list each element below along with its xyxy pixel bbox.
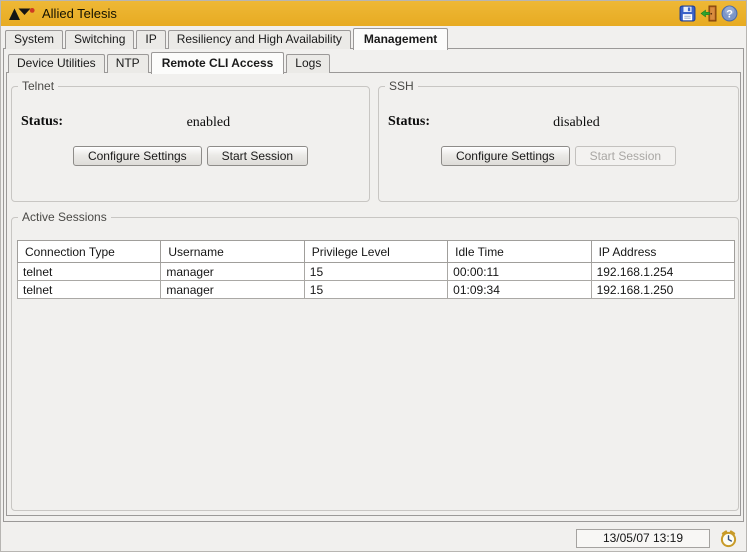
help-icon[interactable]: ? — [721, 5, 738, 22]
tab-device-utilities[interactable]: Device Utilities — [8, 54, 105, 73]
cell-username: manager — [161, 263, 304, 281]
clock-icon — [719, 529, 738, 548]
tab-management[interactable]: Management — [353, 28, 448, 50]
table-row[interactable]: telnet manager 15 00:00:11 192.168.1.254 — [18, 263, 735, 281]
telnet-group: Telnet Status: enabled Configure Setting… — [11, 79, 370, 202]
logout-icon[interactable] — [700, 5, 717, 22]
col-username: Username — [161, 241, 304, 263]
tab-system[interactable]: System — [5, 30, 63, 49]
cell-ip-address: 192.168.1.250 — [591, 281, 734, 299]
management-panel: Device Utilities NTP Remote CLI Access L… — [3, 48, 744, 522]
tab-switching[interactable]: Switching — [65, 30, 134, 49]
table-row[interactable]: telnet manager 15 01:09:34 192.168.1.250 — [18, 281, 735, 299]
tab-logs[interactable]: Logs — [286, 54, 330, 73]
datetime-display: 13/05/07 13:19 — [576, 529, 710, 548]
cell-idle-time: 00:00:11 — [448, 263, 591, 281]
application-window: Allied Telesis — [0, 0, 747, 552]
col-connection-type: Connection Type — [18, 241, 161, 263]
tab-ip[interactable]: IP — [136, 30, 165, 49]
cell-connection-type: telnet — [18, 263, 161, 281]
remote-cli-access-panel: Telnet Status: enabled Configure Setting… — [6, 72, 741, 516]
cell-idle-time: 01:09:34 — [448, 281, 591, 299]
tab-resiliency-high-availability[interactable]: Resiliency and High Availability — [168, 30, 351, 49]
active-sessions-table: Connection Type Username Privilege Level… — [17, 240, 735, 299]
main-tab-bar: System Switching IP Resiliency and High … — [5, 27, 450, 49]
col-privilege-level: Privilege Level — [304, 241, 447, 263]
tab-ntp[interactable]: NTP — [107, 54, 149, 73]
title-bar: Allied Telesis — [1, 1, 746, 26]
app-title: Allied Telesis — [42, 6, 117, 21]
ssh-status-value: disabled — [415, 115, 738, 131]
sub-tab-bar: Device Utilities NTP Remote CLI Access L… — [8, 52, 332, 73]
cell-privilege-level: 15 — [304, 281, 447, 299]
allied-telesis-logo-icon — [9, 7, 35, 21]
telnet-legend: Telnet — [18, 79, 58, 93]
col-idle-time: Idle Time — [448, 241, 591, 263]
telnet-start-session-button[interactable]: Start Session — [207, 146, 308, 166]
ssh-start-session-button: Start Session — [575, 146, 676, 166]
ssh-legend: SSH — [385, 79, 418, 93]
ssh-configure-settings-button[interactable]: Configure Settings — [441, 146, 570, 166]
telnet-status-value: enabled — [48, 115, 369, 131]
active-sessions-group: Active Sessions Connection Type Username… — [11, 210, 739, 511]
cell-ip-address: 192.168.1.254 — [591, 263, 734, 281]
ssh-group: SSH Status: disabled Configure Settings … — [378, 79, 739, 202]
cell-username: manager — [161, 281, 304, 299]
cell-connection-type: telnet — [18, 281, 161, 299]
col-ip-address: IP Address — [591, 241, 734, 263]
tab-remote-cli-access[interactable]: Remote CLI Access — [151, 52, 285, 74]
save-icon[interactable] — [679, 5, 696, 22]
telnet-configure-settings-button[interactable]: Configure Settings — [73, 146, 202, 166]
status-bar: 13/05/07 13:19 — [1, 526, 746, 551]
table-header-row: Connection Type Username Privilege Level… — [18, 241, 735, 263]
svg-text:?: ? — [726, 8, 733, 20]
active-sessions-legend: Active Sessions — [18, 210, 111, 224]
cell-privilege-level: 15 — [304, 263, 447, 281]
